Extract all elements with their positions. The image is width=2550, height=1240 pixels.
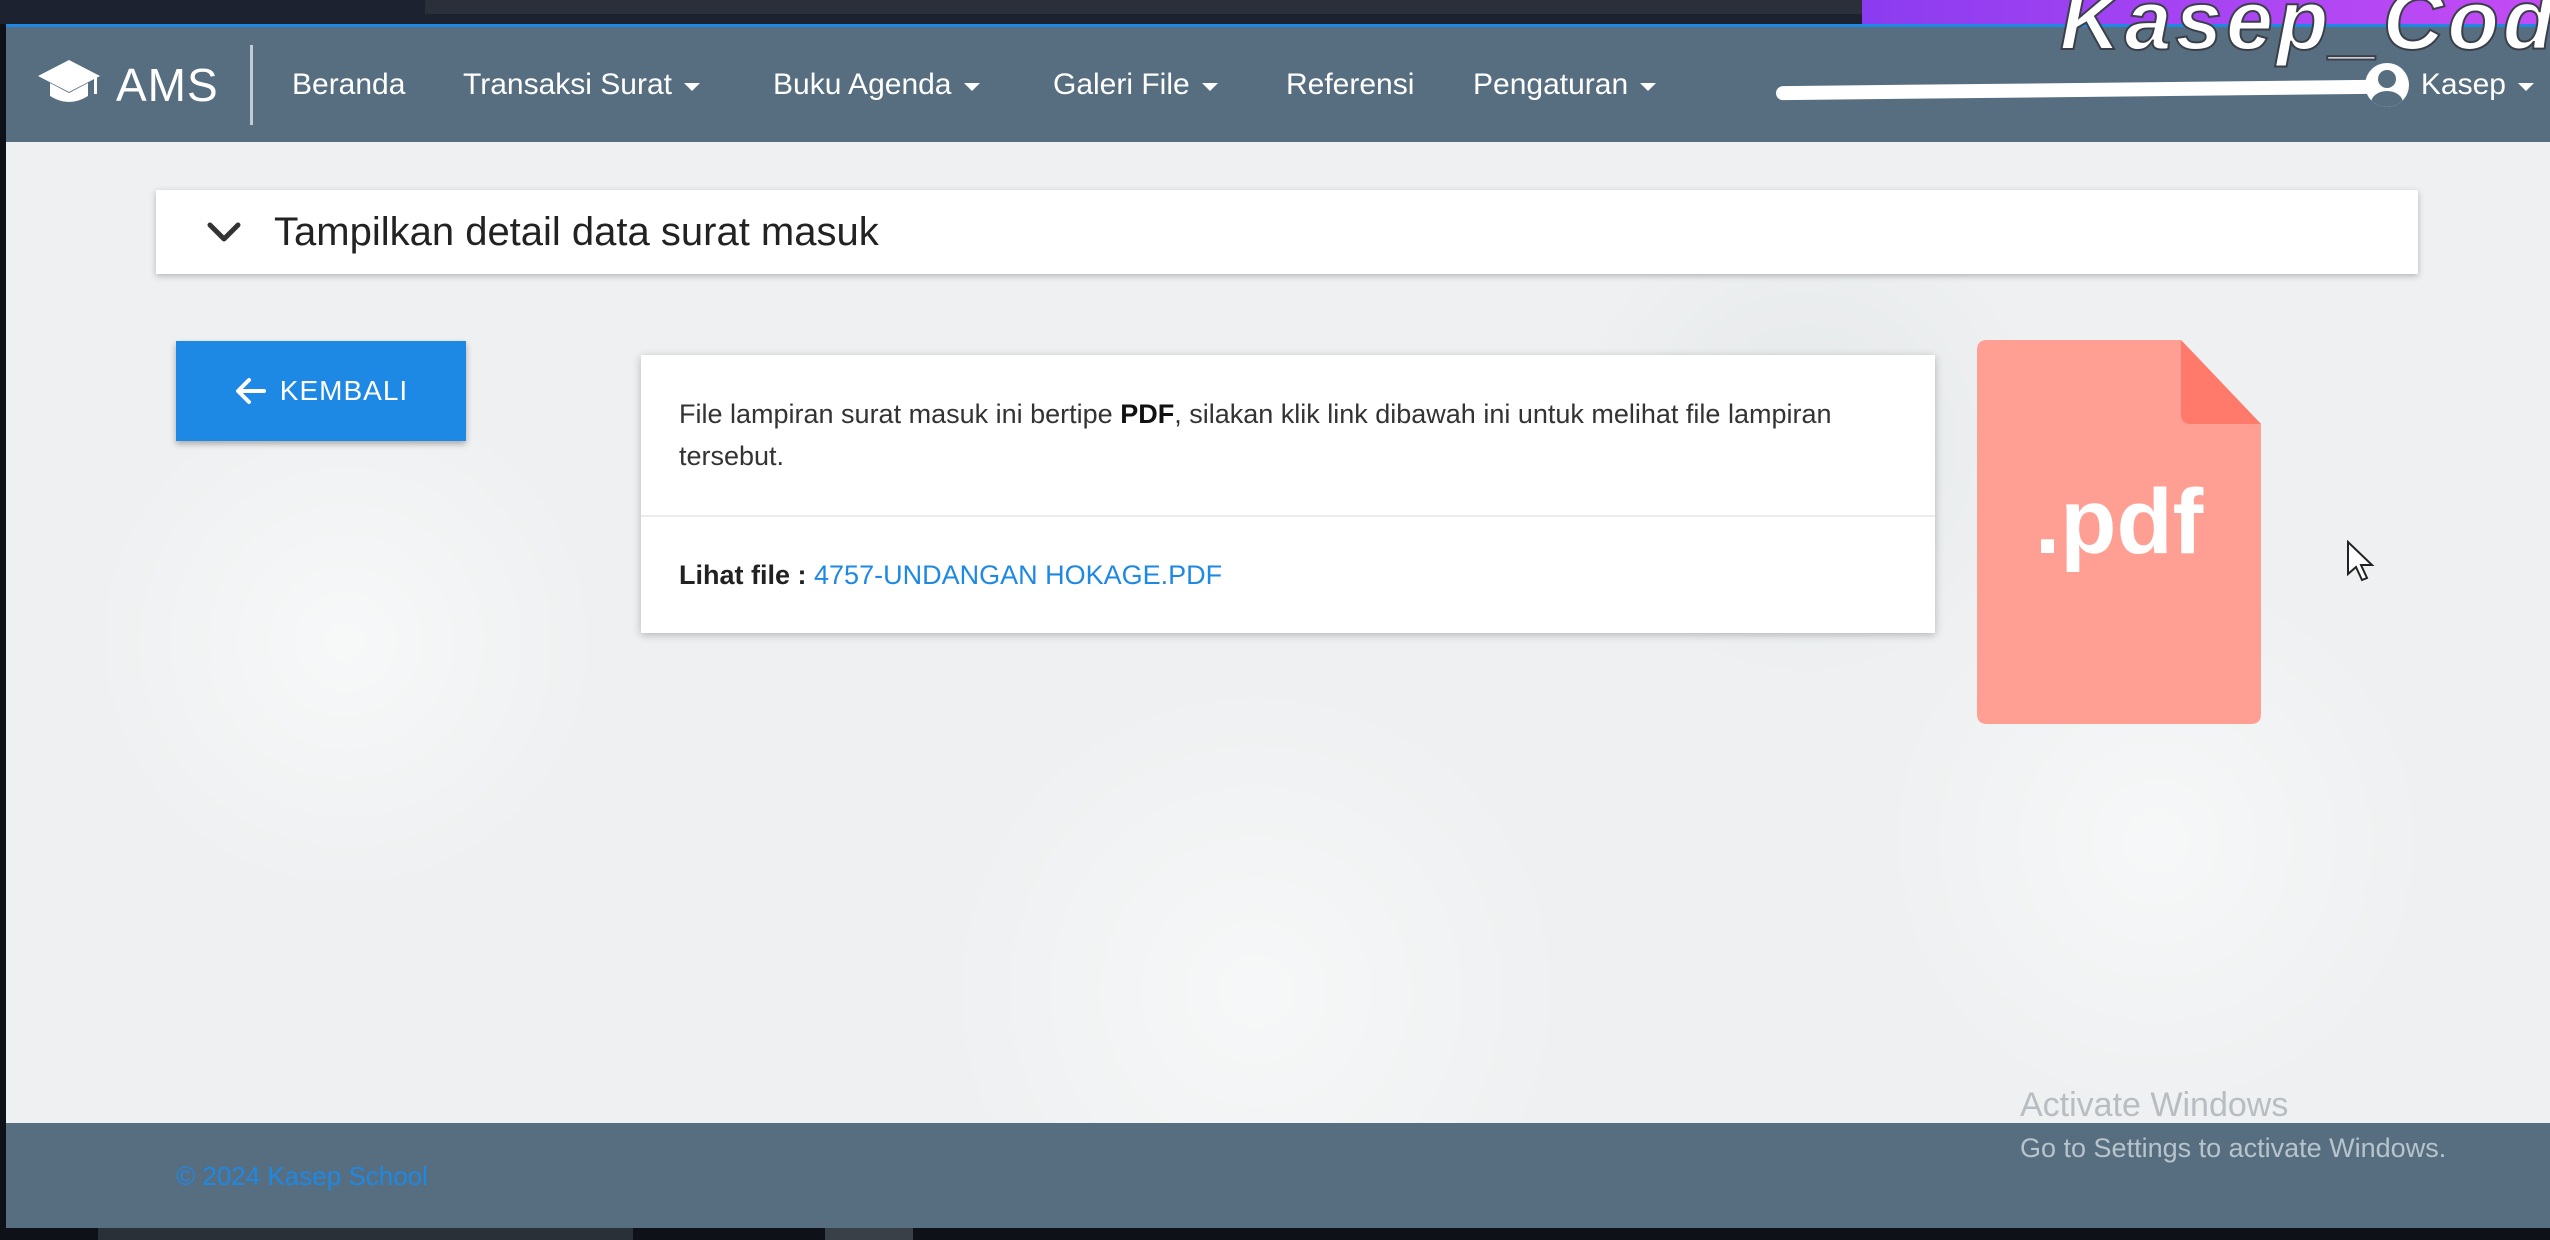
card-divider	[641, 515, 1935, 517]
nav-pengaturan[interactable]: Pengaturan	[1473, 27, 1657, 142]
nav-buku-agenda-label: Buku Agenda	[773, 67, 952, 101]
back-button-label: KEMBALI	[279, 375, 409, 406]
mouse-pointer-icon	[2347, 540, 2375, 582]
page-footer: © 2024 Kasep School Go to Settings to ac…	[6, 1123, 2550, 1228]
nav-pengaturan-label: Pengaturan	[1473, 67, 1629, 101]
main-content: Tampilkan detail data surat masuk KEMBAL…	[6, 142, 2550, 1123]
caret-down-icon	[1640, 82, 1657, 91]
nav-buku-agenda[interactable]: Buku Agenda	[773, 27, 980, 142]
nav-transaksi-surat-label: Transaksi Surat	[463, 67, 672, 101]
nav-referensi[interactable]: Referensi	[1286, 27, 1414, 142]
nav-beranda[interactable]: Beranda	[292, 27, 405, 142]
channel-watermark: Kasep_Code	[2059, 0, 2550, 68]
chevron-down-icon	[207, 222, 241, 242]
nav-referensi-label: Referensi	[1286, 67, 1415, 101]
attachment-text-before: File lampiran surat masuk ini bertipe	[679, 399, 1121, 429]
attachment-file-type: PDF	[1120, 399, 1175, 429]
pdf-file-icon[interactable]: .pdf	[1977, 340, 2261, 724]
pdf-icon-label: .pdf	[2034, 471, 2204, 573]
back-button[interactable]: KEMBALI	[176, 341, 466, 441]
brand-divider	[250, 45, 253, 125]
footer-copyright: © 2024 Kasep School	[176, 1161, 428, 1191]
caret-down-icon	[1201, 82, 1218, 91]
attachment-info-card: File lampiran surat masuk ini bertipe PD…	[641, 355, 1935, 633]
detail-collapse-title: Tampilkan detail data surat masuk	[274, 209, 879, 254]
graduation-cap-icon	[36, 56, 102, 113]
activate-windows-title: Activate Windows	[2020, 1086, 2289, 1124]
overlay-stroke	[1776, 79, 2376, 101]
caret-down-icon	[683, 82, 700, 91]
file-link-label: Lihat file :	[679, 560, 807, 590]
os-taskbar	[0, 1228, 2550, 1240]
arrow-left-icon	[235, 378, 266, 404]
attachment-description: File lampiran surat masuk ini bertipe PD…	[679, 393, 1899, 477]
brand[interactable]: AMS	[36, 27, 219, 142]
user-name: Kasep	[2420, 67, 2506, 101]
taskbar-item[interactable]	[98, 1228, 633, 1240]
browser-tab-strip	[425, 0, 1865, 14]
nav-galeri-file-label: Galeri File	[1053, 67, 1190, 101]
detail-collapse-header[interactable]: Tampilkan detail data surat masuk	[156, 190, 2418, 274]
caret-down-icon	[2518, 82, 2534, 91]
file-link-row: Lihat file : 4757-UNDANGAN HOKAGE.PDF	[679, 555, 1222, 595]
attachment-file-link[interactable]: 4757-UNDANGAN HOKAGE.PDF	[814, 560, 1222, 590]
nav-beranda-label: Beranda	[292, 67, 406, 101]
nav-galeri-file[interactable]: Galeri File	[1053, 27, 1218, 142]
taskbar-item[interactable]	[825, 1228, 913, 1240]
brand-name: AMS	[116, 58, 219, 111]
activate-windows-subtitle: Go to Settings to activate Windows.	[2020, 1133, 2447, 1163]
account-circle-icon	[2364, 62, 2409, 107]
nav-transaksi-surat[interactable]: Transaksi Surat	[463, 27, 700, 142]
caret-down-icon	[963, 82, 980, 91]
